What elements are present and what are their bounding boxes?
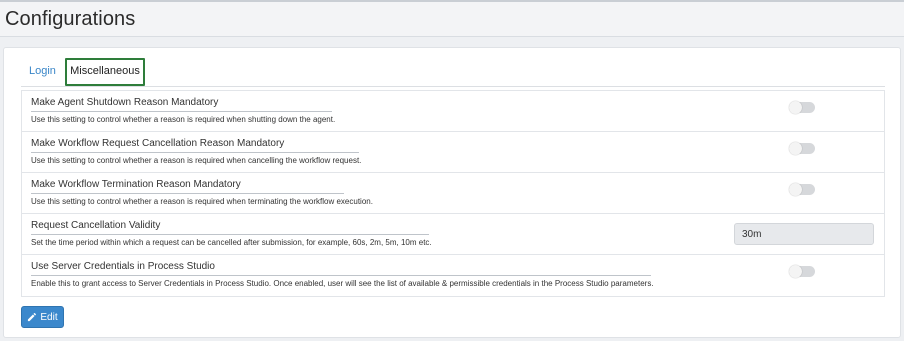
- setting-row-workflow-termination-reason: Make Workflow Termination Reason Mandato…: [22, 173, 884, 214]
- toggle-knob: [789, 142, 802, 155]
- tab-login[interactable]: Login: [21, 58, 64, 85]
- setting-description: Use this setting to control whether a re…: [31, 156, 362, 165]
- page-header: Configurations: [0, 0, 904, 37]
- page-title: Configurations: [5, 8, 136, 30]
- setting-title: Make Agent Shutdown Reason Mandatory: [31, 97, 332, 112]
- setting-description: Use this setting to control whether a re…: [31, 115, 336, 124]
- setting-title: Request Cancellation Validity: [31, 220, 429, 235]
- tab-miscellaneous[interactable]: Miscellaneous: [65, 58, 145, 86]
- setting-description: Use this setting to control whether a re…: [31, 197, 373, 206]
- settings-list: Make Agent Shutdown Reason Mandatory Use…: [21, 90, 885, 297]
- setting-title: Make Workflow Request Cancellation Reaso…: [31, 138, 359, 153]
- setting-row-server-credentials: Use Server Credentials in Process Studio…: [22, 255, 884, 296]
- setting-row-agent-shutdown-reason: Make Agent Shutdown Reason Mandatory Use…: [22, 91, 884, 132]
- setting-description: Enable this to grant access to Server Cr…: [31, 279, 654, 288]
- agent-shutdown-reason-toggle[interactable]: [789, 101, 815, 114]
- toggle-knob: [789, 265, 802, 278]
- edit-button[interactable]: Edit: [21, 306, 64, 328]
- setting-row-request-cancellation-validity: Request Cancellation Validity Set the ti…: [22, 214, 884, 255]
- toggle-knob: [789, 101, 802, 114]
- request-cancellation-validity-input[interactable]: [734, 223, 874, 245]
- tab-bar: Login Miscellaneous: [21, 58, 885, 87]
- setting-row-workflow-cancellation-reason: Make Workflow Request Cancellation Reaso…: [22, 132, 884, 173]
- workflow-termination-reason-toggle[interactable]: [789, 183, 815, 196]
- server-credentials-toggle[interactable]: [789, 265, 815, 278]
- toggle-knob: [789, 183, 802, 196]
- setting-description: Set the time period within which a reque…: [31, 238, 432, 247]
- setting-title: Use Server Credentials in Process Studio: [31, 261, 651, 276]
- setting-title: Make Workflow Termination Reason Mandato…: [31, 179, 344, 194]
- configuration-panel: Login Miscellaneous Make Agent Shutdown …: [3, 47, 901, 338]
- pencil-icon: [27, 312, 37, 322]
- edit-button-label: Edit: [40, 311, 58, 323]
- workflow-cancellation-reason-toggle[interactable]: [789, 142, 815, 155]
